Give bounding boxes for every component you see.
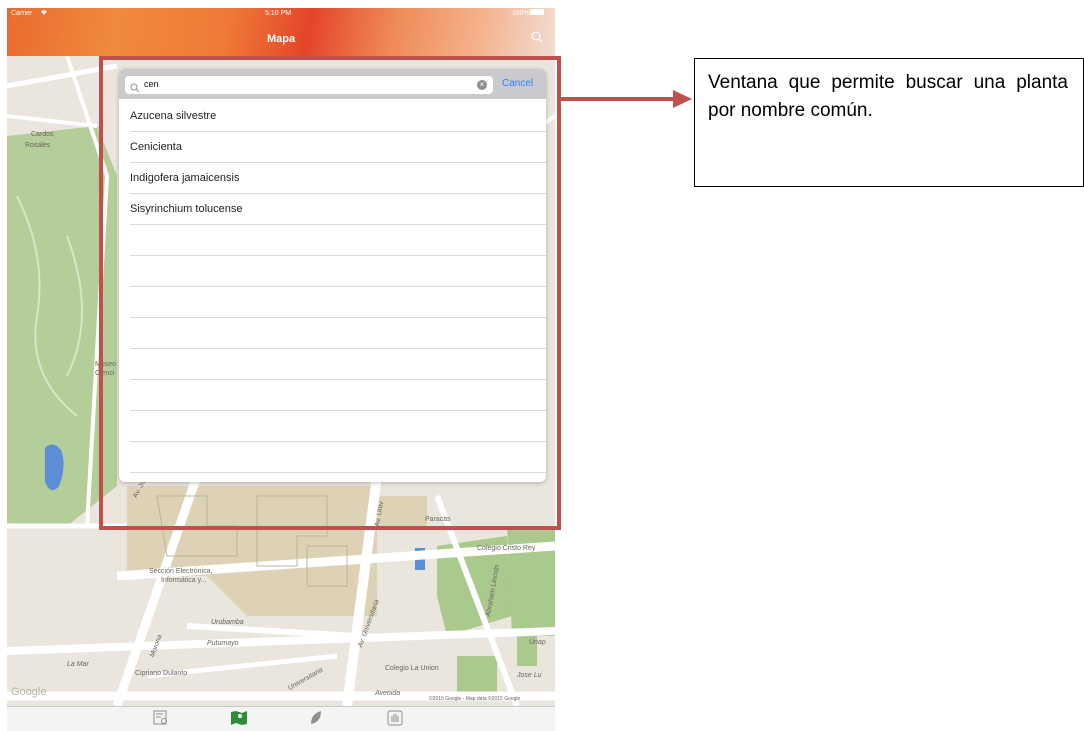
page-title: Mapa <box>266 33 296 45</box>
map-label-colegio-cristo-rey: Colegio Cristo Rey <box>477 545 536 552</box>
map-label-seccion: Sección Electrónica, <box>149 568 213 575</box>
leaf-icon[interactable] <box>309 710 327 726</box>
hand-icon[interactable] <box>387 710 405 726</box>
catalog-icon[interactable] <box>153 710 171 726</box>
tab-bar <box>7 706 555 731</box>
wifi-icon <box>40 9 48 18</box>
search-icon[interactable] <box>531 30 543 48</box>
highlight-box <box>99 56 561 530</box>
map-label-urubamba: Urubamba <box>211 619 244 626</box>
callout-box: Ventana que permite buscar una planta po… <box>694 58 1084 187</box>
map-attribution[interactable]: ©2015 Google - Map data ©2015 Google <box>429 696 520 702</box>
map-label-cardos: Cardos <box>31 131 54 138</box>
map-label-informatica: Informática y... <box>161 577 207 584</box>
map-label-la-mar: La Mar <box>67 661 89 668</box>
map-icon[interactable] <box>230 710 248 726</box>
callout-text: Ventana que permite buscar una planta po… <box>708 72 1068 121</box>
map-label-unap: Unap <box>529 639 546 646</box>
arrow-icon <box>559 90 692 108</box>
map-label-putumayo: Putumayo <box>207 640 239 647</box>
carrier-label: Carrier <box>11 10 33 17</box>
map-label-rosales: Rosales <box>25 142 51 149</box>
map-label-colegio-la-union: Colegio La Union <box>385 665 439 672</box>
map-label-avenida: Avenida <box>375 690 401 697</box>
status-bar: Carrier 5:10 PM 100% <box>7 8 555 22</box>
battery-icon <box>527 9 544 16</box>
google-logo: Google <box>11 686 47 698</box>
map-label-jose-lu: Jose Lu <box>517 672 542 679</box>
clock-label: 5:10 PM <box>265 10 292 17</box>
map-label-cipriano-dulanto: Cipriano Dulanto <box>135 670 188 677</box>
